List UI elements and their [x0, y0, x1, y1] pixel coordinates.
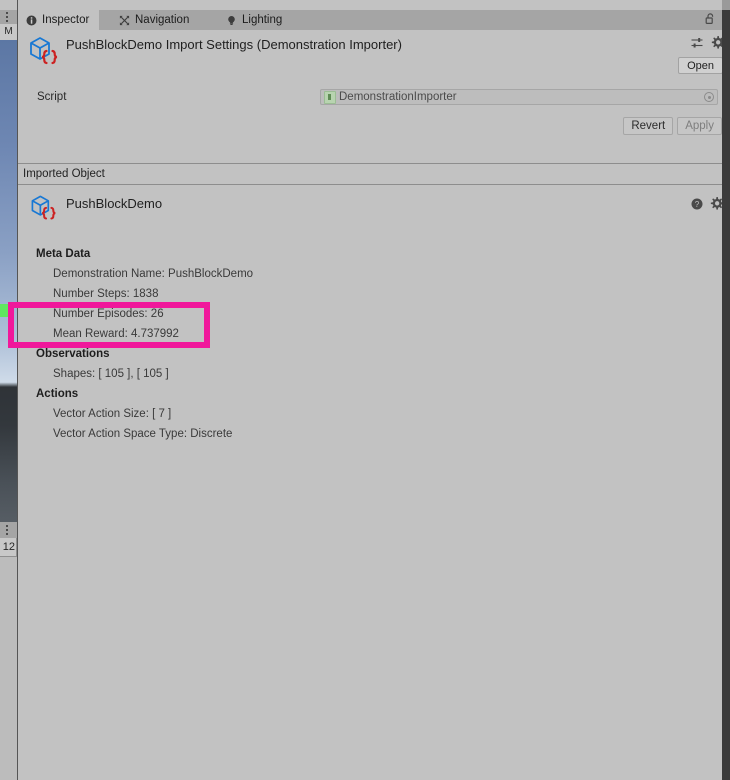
help-icon[interactable]: ? — [691, 198, 703, 213]
lock-open-icon[interactable] — [705, 12, 715, 28]
lightbulb-icon — [226, 15, 237, 26]
section-title-observations: Observations — [36, 348, 110, 360]
left-panel-kebab-icon[interactable] — [6, 12, 8, 22]
tab-lighting[interactable]: Lighting — [218, 10, 292, 30]
revert-apply-buttons: Revert Apply — [623, 117, 722, 135]
revert-button[interactable]: Revert — [623, 117, 674, 135]
inspector-panel: Inspector Navigation Lighting PushBlockD… — [18, 0, 730, 780]
script-field-value: DemonstrationImporter — [339, 91, 457, 103]
asset-header-actions — [691, 36, 725, 52]
demonstration-details: Meta Data Demonstration Name: PushBlockDe… — [18, 239, 730, 780]
inspector-tabbar: Inspector Navigation Lighting — [18, 10, 730, 31]
script-object-field[interactable]: DemonstrationImporter — [320, 89, 718, 105]
scene-object-marker — [0, 304, 13, 317]
tab-navigation-label: Navigation — [135, 14, 190, 26]
tab-inspector[interactable]: Inspector — [18, 10, 100, 30]
detail-row: Mean Reward: 4.737992 — [53, 328, 179, 340]
detail-row: Number Steps: 1838 — [53, 288, 159, 300]
tab-navigation[interactable]: Navigation — [111, 10, 199, 30]
tab-inspector-label: Inspector — [42, 14, 90, 26]
demonstration-asset-icon — [28, 192, 58, 222]
imported-object-section-label: Imported Object — [18, 164, 730, 185]
demonstration-asset-icon — [26, 33, 60, 67]
section-title-meta-data: Meta Data — [36, 248, 91, 260]
detail-row: Vector Action Size: [ 7 ] — [53, 408, 172, 420]
asset-header: PushBlockDemo Import Settings (Demonstra… — [18, 30, 730, 86]
right-edge-gutter-toolbar — [722, 0, 730, 10]
unity-editor-window: CollabAccountLayersLayout M 12 — [0, 0, 730, 780]
detail-row: Demonstration Name: PushBlockDemo — [53, 268, 254, 280]
left-panel-tab-bottom[interactable]: 12 — [0, 538, 17, 556]
left-panel-content-bottom — [0, 556, 18, 780]
navmesh-icon — [119, 15, 130, 26]
left-panel-kebab-icon-bottom[interactable] — [6, 525, 8, 535]
imported-object-actions: ? — [691, 197, 724, 213]
info-icon — [26, 15, 37, 26]
cs-script-icon — [324, 90, 336, 104]
detail-row: Shapes: [ 105 ], [ 105 ] — [53, 368, 169, 380]
detail-row: Number Episodes: 26 — [53, 308, 164, 320]
apply-button[interactable]: Apply — [677, 117, 722, 135]
imported-object-header: PushBlockDemo ? — [18, 185, 730, 240]
left-panel-strip: M 12 — [0, 0, 18, 780]
script-field-label: Script — [37, 91, 67, 103]
asset-title: PushBlockDemo Import Settings (Demonstra… — [66, 37, 402, 52]
right-edge-gutter — [722, 0, 730, 780]
left-panel-tabbar-bottom — [0, 522, 18, 539]
left-panel-tab-top[interactable]: M — [0, 24, 18, 40]
object-picker-icon[interactable] — [704, 92, 714, 102]
left-panel-tabbar — [0, 10, 18, 25]
importer-settings-area: Script DemonstrationImporter Revert Appl… — [18, 85, 730, 164]
preset-sliders-icon[interactable] — [691, 37, 703, 52]
imported-object-title: PushBlockDemo — [66, 196, 163, 211]
open-button[interactable]: Open — [678, 57, 723, 74]
section-title-actions: Actions — [36, 388, 79, 400]
scene-view-sliver[interactable] — [0, 40, 18, 522]
tab-lighting-label: Lighting — [242, 14, 283, 26]
detail-row: Vector Action Space Type: Discrete — [53, 428, 233, 440]
svg-text:?: ? — [695, 200, 700, 209]
